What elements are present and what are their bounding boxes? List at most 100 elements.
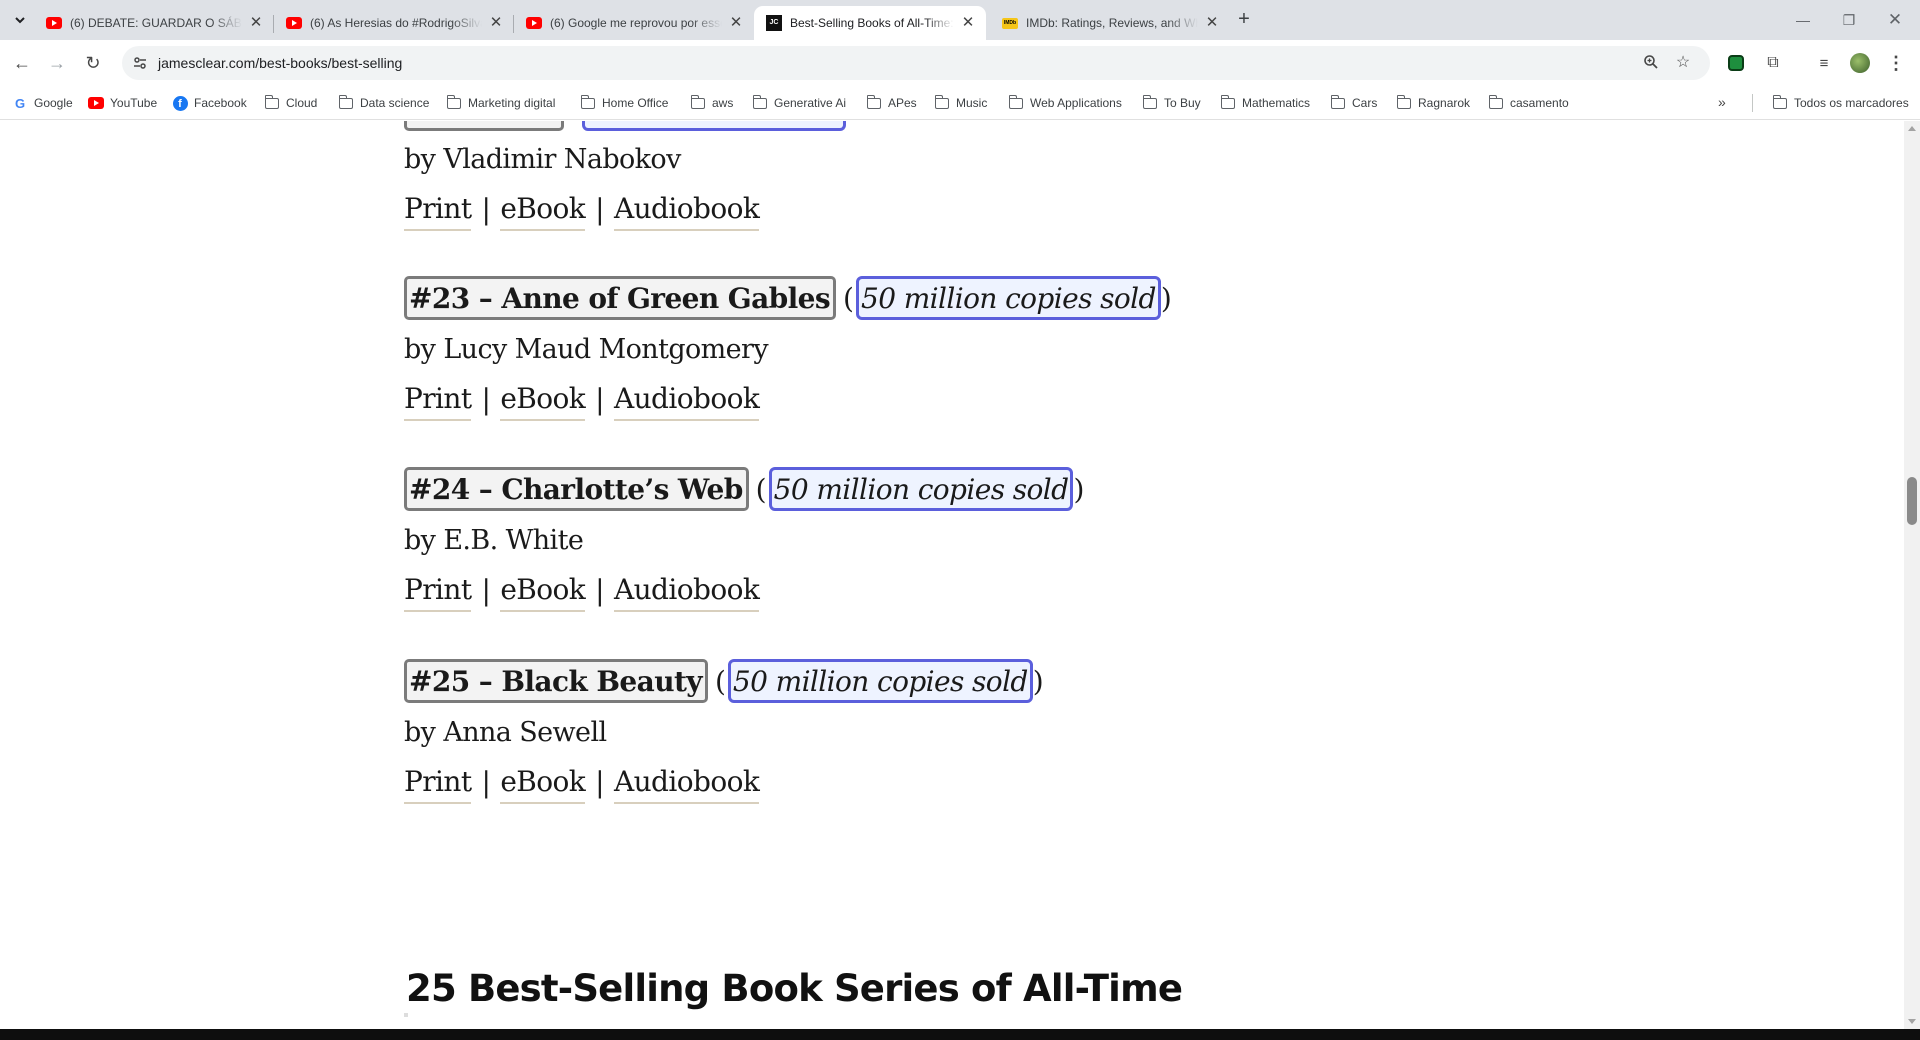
bookmark-label: Music xyxy=(956,96,988,110)
forward-button[interactable]: → xyxy=(43,49,71,77)
url-text[interactable]: jamesclear.com/best-books/best-selling xyxy=(158,55,402,71)
profile-button[interactable] xyxy=(1846,49,1874,77)
bookmark-google[interactable]: G Google xyxy=(12,94,73,112)
print-link[interactable]: Print xyxy=(404,193,472,231)
bookmark-label: aws xyxy=(712,96,734,110)
reload-button[interactable]: ↻ xyxy=(79,49,107,77)
book-author: by Lucy Maud Montgomery xyxy=(404,334,769,365)
facebook-icon: f xyxy=(172,95,188,111)
tab-youtube-google[interactable]: (6) Google me reprovou por esse ✕ xyxy=(514,6,754,40)
print-link[interactable]: Print xyxy=(404,383,472,421)
bookmark-folder-mathematics[interactable]: Mathematics xyxy=(1220,94,1310,112)
audiobook-link[interactable]: Audiobook xyxy=(614,383,760,421)
bookmark-label: Web Applications xyxy=(1030,96,1122,110)
chevron-down-icon xyxy=(15,17,25,24)
ebook-link[interactable]: eBook xyxy=(500,193,586,231)
tab-best-selling-books[interactable]: JC Best-Selling Books of All-Time: ✕ xyxy=(754,6,986,40)
ebook-link[interactable]: eBook xyxy=(500,574,586,612)
tab-search-button[interactable] xyxy=(8,8,32,32)
bookmark-label: Marketing digital xyxy=(468,96,556,110)
bookmark-folder-aws[interactable]: aws xyxy=(690,94,733,112)
audiobook-link[interactable]: Audiobook xyxy=(614,193,760,231)
partial-copies-box[interactable] xyxy=(582,121,846,131)
more-bookmarks-chevron-icon[interactable]: » xyxy=(1718,94,1726,110)
bookmark-folder-web-applications[interactable]: Web Applications xyxy=(1008,94,1122,112)
folder-icon xyxy=(580,94,596,111)
book-entry-25: #25 – Black Beauty ( 50 million copies s… xyxy=(404,655,1224,811)
tab-title: (6) DEBATE: GUARDAR O SÁBADO xyxy=(70,16,242,30)
scroll-up-icon[interactable] xyxy=(1908,126,1916,131)
copies-sold[interactable]: 50 million copies sold xyxy=(727,659,1033,703)
bookmark-folder-apes[interactable]: APes xyxy=(866,94,917,112)
close-tab-icon[interactable]: ✕ xyxy=(960,15,976,31)
media-button[interactable]: ≡ xyxy=(1810,49,1838,77)
book-author: by Vladimir Nabokov xyxy=(404,144,681,175)
address-bar[interactable]: jamesclear.com/best-books/best-selling ☆ xyxy=(122,46,1710,80)
bookmark-folder-casamento[interactable]: casamento xyxy=(1488,94,1569,112)
bookmark-folder-cloud[interactable]: Cloud xyxy=(264,94,317,112)
copies-sold[interactable]: 50 million copies sold xyxy=(768,467,1074,511)
extension-green-button[interactable] xyxy=(1722,49,1750,77)
link-separator: | xyxy=(481,574,491,607)
bookmark-facebook[interactable]: f Facebook xyxy=(172,94,247,112)
close-tab-icon[interactable]: ✕ xyxy=(248,15,264,31)
close-window-button[interactable]: ✕ xyxy=(1872,0,1918,40)
bookmark-youtube[interactable]: YouTube xyxy=(88,94,157,112)
site-settings-icon[interactable] xyxy=(132,55,148,71)
menu-button[interactable]: ⋮ xyxy=(1882,49,1910,77)
bookmark-folder-ragnarok[interactable]: Ragnarok xyxy=(1396,94,1470,112)
youtube-icon xyxy=(526,15,542,31)
folder-icon xyxy=(1008,94,1024,111)
scroll-down-icon[interactable] xyxy=(1908,1019,1916,1024)
book-heading: #23 – Anne of Green Gables ( 50 million … xyxy=(404,272,1224,324)
new-tab-button[interactable]: + xyxy=(1232,8,1256,32)
folder-icon xyxy=(1772,94,1788,111)
close-tab-icon[interactable]: ✕ xyxy=(728,15,744,31)
audiobook-link[interactable]: Audiobook xyxy=(614,574,760,612)
bookmark-folder-to-buy[interactable]: To Buy xyxy=(1142,94,1201,112)
bookmark-label: Home Office xyxy=(602,96,669,110)
bookmark-folder-cars[interactable]: Cars xyxy=(1330,94,1377,112)
all-bookmarks-folder[interactable]: Todos os marcadores xyxy=(1772,94,1909,112)
audiobook-link[interactable]: Audiobook xyxy=(614,766,760,804)
bookmark-folder-generative-ai[interactable]: Generative Ai xyxy=(752,94,846,112)
zoom-icon[interactable] xyxy=(1642,54,1660,72)
close-tab-icon[interactable]: ✕ xyxy=(488,15,504,31)
tab-youtube-heresias[interactable]: (6) As Heresias do #RodrigoSilva ✕ xyxy=(274,6,514,40)
extensions-button[interactable]: ⧉ xyxy=(1759,49,1787,77)
bookmark-folder-home-office[interactable]: Home Office xyxy=(580,94,668,112)
back-button[interactable]: ← xyxy=(8,49,36,77)
print-link[interactable]: Print xyxy=(404,574,472,612)
bookmark-folder-marketing-digital[interactable]: Marketing digital xyxy=(446,94,555,112)
bookmark-label: YouTube xyxy=(110,96,158,110)
folder-icon xyxy=(690,94,706,111)
kebab-menu-icon: ⋮ xyxy=(1887,52,1905,73)
restore-button[interactable]: ❐ xyxy=(1826,0,1872,40)
partial-title-box[interactable] xyxy=(404,121,564,131)
vertical-scrollbar[interactable] xyxy=(1904,121,1920,1029)
print-link[interactable]: Print xyxy=(404,766,472,804)
ebook-link[interactable]: eBook xyxy=(500,383,586,421)
bookmark-star-icon[interactable]: ☆ xyxy=(1674,54,1692,72)
minimize-button[interactable]: — xyxy=(1780,0,1826,40)
page-content: by Vladimir Nabokov Print | eBook | Audi… xyxy=(0,121,1904,1029)
ebook-link[interactable]: eBook xyxy=(500,766,586,804)
bookmark-folder-music[interactable]: Music xyxy=(934,94,987,112)
folder-icon xyxy=(866,94,882,111)
bookmark-folder-data-science[interactable]: Data science xyxy=(338,94,429,112)
close-icon: ✕ xyxy=(1887,10,1903,29)
copies-sold[interactable]: 50 million copies sold xyxy=(855,276,1161,320)
close-tab-icon[interactable]: ✕ xyxy=(1204,15,1220,31)
partial-book-heading xyxy=(404,121,846,131)
book-title[interactable]: #23 – Anne of Green Gables xyxy=(404,276,837,320)
tab-imdb[interactable]: IMDb IMDb: Ratings, Reviews, and Wh ✕ xyxy=(990,6,1230,40)
book-title[interactable]: #24 – Charlotte’s Web xyxy=(404,467,749,511)
tab-youtube-debate[interactable]: (6) DEBATE: GUARDAR O SÁBADO ✕ xyxy=(34,6,274,40)
bookmark-label: casamento xyxy=(1510,96,1569,110)
scrollbar-thumb[interactable] xyxy=(1907,477,1917,525)
taskbar-edge xyxy=(0,1029,1920,1040)
book-author: by Anna Sewell xyxy=(404,717,607,748)
book-title[interactable]: #25 – Black Beauty xyxy=(404,659,708,703)
book-entry-23: #23 – Anne of Green Gables ( 50 million … xyxy=(404,272,1224,428)
arrow-left-icon: ← xyxy=(13,52,31,73)
